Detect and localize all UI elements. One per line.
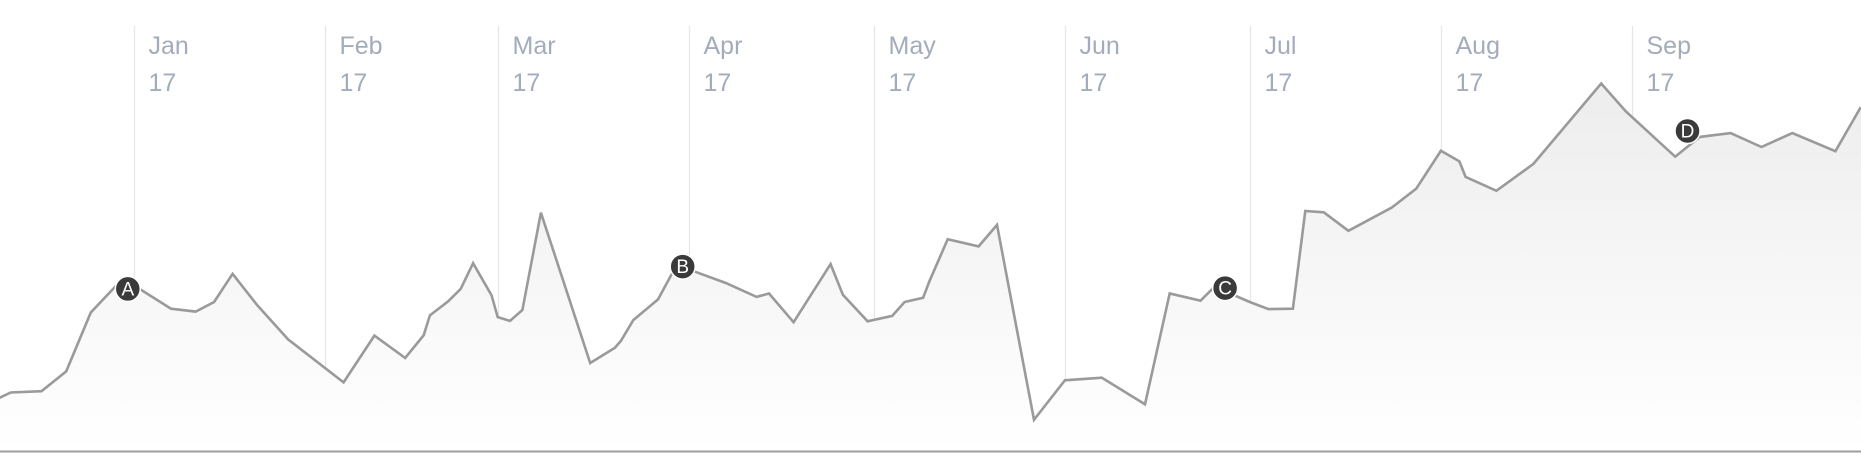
data-point bbox=[372, 334, 376, 338]
data-point bbox=[619, 339, 623, 343]
data-point bbox=[64, 369, 68, 373]
annotation-label: A bbox=[121, 279, 134, 300]
tick-label-month: Jun bbox=[1080, 32, 1120, 60]
data-point bbox=[1464, 175, 1468, 179]
annotation-marker-d[interactable]: D bbox=[1674, 117, 1701, 145]
tick-label-month: Jul bbox=[1265, 32, 1297, 60]
tick-label-day: 17 bbox=[340, 69, 368, 97]
data-point bbox=[1439, 149, 1443, 153]
annotation-marker-a[interactable]: A bbox=[114, 275, 142, 303]
data-point bbox=[724, 281, 728, 285]
tick-label-month: Apr bbox=[704, 32, 743, 60]
data-point bbox=[40, 389, 44, 393]
data-point bbox=[1790, 131, 1794, 135]
tick-label-day: 17 bbox=[1647, 69, 1675, 97]
data-point bbox=[286, 337, 290, 341]
data-point bbox=[508, 319, 512, 323]
data-point bbox=[1248, 300, 1252, 304]
tick-label-day: 17 bbox=[889, 69, 917, 97]
data-point bbox=[1266, 307, 1270, 311]
data-point bbox=[520, 308, 524, 312]
data-point bbox=[194, 310, 198, 314]
data-point bbox=[446, 299, 450, 303]
tick-label-day: 17 bbox=[1456, 69, 1484, 97]
chart-canvas: Jan 17 Feb 17 Mar 17 Apr 17 May 17 Jun 17 Jul 17 Aug 17… bbox=[0, 26, 1861, 453]
data-point bbox=[231, 272, 235, 276]
data-point bbox=[89, 311, 93, 315]
data-point bbox=[767, 292, 771, 296]
data-point bbox=[829, 262, 833, 266]
data-point bbox=[921, 296, 925, 300]
tick-label-month: Jan bbox=[149, 32, 189, 60]
data-point bbox=[1457, 159, 1461, 163]
data-point bbox=[588, 361, 592, 365]
annotation-marker-b[interactable]: B bbox=[669, 253, 696, 280]
data-point bbox=[1673, 155, 1677, 159]
data-point bbox=[1143, 402, 1147, 406]
data-point bbox=[1322, 210, 1326, 214]
data-point bbox=[1729, 131, 1733, 135]
tick-label-month: Sep bbox=[1647, 32, 1691, 60]
data-point bbox=[490, 293, 494, 297]
tick-label-day: 17 bbox=[704, 69, 732, 97]
tick-label-day: 17 bbox=[1080, 69, 1108, 97]
data-point bbox=[1346, 229, 1350, 233]
data-point bbox=[422, 333, 426, 337]
annotation-label: D bbox=[1681, 122, 1695, 143]
data-point bbox=[1303, 209, 1307, 213]
data-point bbox=[342, 380, 346, 384]
area-fill-layer bbox=[0, 83, 1861, 451]
data-point bbox=[866, 319, 870, 323]
data-point bbox=[9, 391, 13, 395]
tick-label-month: Aug bbox=[1456, 32, 1500, 60]
tick-label-month: May bbox=[889, 32, 937, 60]
data-point bbox=[169, 307, 173, 311]
data-point bbox=[428, 313, 432, 317]
data-point bbox=[1199, 299, 1203, 303]
data-point bbox=[1100, 376, 1104, 380]
tick-label-month: Feb bbox=[340, 32, 383, 60]
data-point bbox=[903, 300, 907, 304]
data-point bbox=[403, 356, 407, 360]
data-point bbox=[496, 315, 500, 319]
data-point bbox=[539, 211, 543, 215]
annotation-label: B bbox=[676, 257, 689, 278]
data-point bbox=[995, 223, 999, 227]
data-point bbox=[1624, 109, 1628, 113]
data-point bbox=[1833, 149, 1837, 153]
data-point bbox=[212, 300, 216, 304]
annotation-marker-c[interactable]: C bbox=[1211, 274, 1239, 302]
data-point bbox=[755, 295, 759, 299]
data-point bbox=[1414, 187, 1418, 191]
data-point bbox=[471, 261, 475, 265]
annotation-label: C bbox=[1218, 279, 1232, 300]
tick-label-day: 17 bbox=[1265, 69, 1293, 97]
tick-label-month: Mar bbox=[513, 32, 556, 60]
area-fill bbox=[0, 83, 1861, 451]
data-point bbox=[1063, 378, 1067, 382]
data-point bbox=[459, 287, 463, 291]
data-point bbox=[613, 346, 617, 350]
data-point bbox=[1390, 206, 1394, 210]
data-point bbox=[255, 303, 259, 307]
tick-label-day: 17 bbox=[513, 69, 541, 97]
data-point bbox=[1291, 307, 1295, 311]
x-tick-labels: Jan 17 Feb 17 Mar 17 Apr 17 May 17 Jun 17 Jul 17 Aug 17… bbox=[149, 32, 1691, 97]
data-point bbox=[1599, 82, 1603, 86]
data-point bbox=[631, 318, 635, 322]
data-point bbox=[1531, 162, 1535, 166]
data-point bbox=[890, 314, 894, 318]
data-point bbox=[977, 244, 981, 248]
data-point bbox=[946, 237, 950, 241]
data-point bbox=[1760, 145, 1764, 149]
tick-label-day: 17 bbox=[149, 69, 177, 97]
data-point bbox=[1168, 292, 1172, 296]
data-point bbox=[1032, 418, 1036, 422]
data-point bbox=[927, 280, 931, 284]
data-point bbox=[1494, 189, 1498, 193]
data-point bbox=[841, 293, 845, 297]
data-point bbox=[656, 297, 660, 301]
data-point bbox=[792, 320, 796, 324]
line-area-chart: Jan 17 Feb 17 Mar 17 Apr 17 May 17 Jun 17 Jul 17 Aug 17… bbox=[0, 0, 1861, 454]
